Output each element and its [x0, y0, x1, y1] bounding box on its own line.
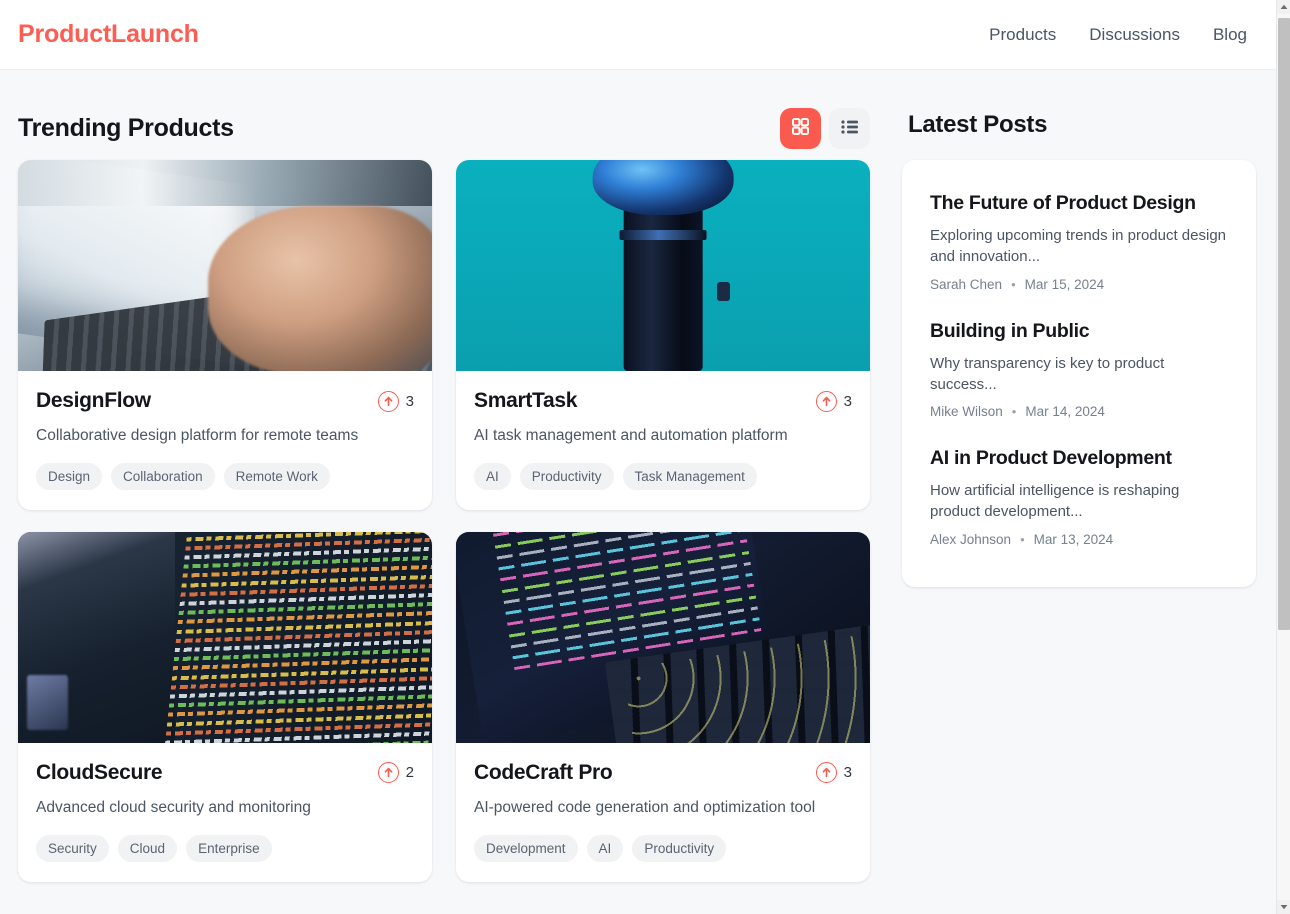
page-title: Trending Products [18, 113, 234, 142]
post-meta: Mike Wilson • Mar 14, 2024 [930, 404, 1228, 419]
upvote-icon[interactable] [815, 762, 837, 784]
post-list-item[interactable]: Building in Public Why transparency is k… [930, 306, 1228, 434]
product-name: SmartTask [474, 389, 578, 412]
post-author: Sarah Chen [930, 276, 1003, 292]
upvote-control[interactable]: 3 [377, 390, 414, 412]
nav-item-discussions[interactable]: Discussions [1089, 25, 1180, 45]
list-icon [840, 119, 859, 138]
upvote-control[interactable]: 2 [377, 762, 414, 784]
upvote-count: 3 [405, 392, 414, 410]
product-tag[interactable]: Security [36, 834, 109, 862]
vertical-scrollbar[interactable] [1276, 0, 1290, 914]
nav-item-products[interactable]: Products [989, 25, 1056, 45]
post-date: Mar 14, 2024 [1025, 404, 1105, 420]
product-image-cloudsecure [18, 531, 432, 743]
upvote-count: 3 [843, 392, 852, 410]
product-card-body: CodeCraft Pro 3 AI-powered code generati… [456, 743, 870, 882]
product-tag[interactable]: Remote Work [223, 462, 330, 490]
grid-view-button[interactable] [780, 107, 821, 149]
product-tag[interactable]: Enterprise [186, 834, 272, 862]
product-image-codecraftpro [456, 531, 870, 743]
page-content: ProductLaunch Products Discussions Blog … [0, 0, 1276, 914]
product-card-body: SmartTask 3 AI task management and autom… [456, 371, 870, 510]
browser-viewport: ProductLaunch Products Discussions Blog … [0, 0, 1290, 914]
product-tags: Security Cloud Enterprise [36, 834, 414, 862]
site-logo[interactable]: ProductLaunch [18, 20, 199, 49]
product-tags: Development AI Productivity [474, 834, 852, 862]
product-card-header: SmartTask 3 [474, 389, 852, 413]
post-author: Alex Johnson [930, 531, 1012, 547]
product-grid: DesignFlow 3 Collaborative design platfo… [18, 160, 870, 882]
product-card-header: DesignFlow 3 [36, 389, 414, 413]
product-name: CloudSecure [36, 760, 163, 784]
product-card-header: CodeCraft Pro 3 [474, 761, 852, 785]
meta-separator: • [1011, 276, 1016, 292]
product-tags: Design Collaboration Remote Work [36, 462, 414, 490]
scroll-down-arrow-icon[interactable] [1277, 900, 1290, 914]
product-tag[interactable]: Productivity [519, 462, 614, 490]
latest-posts-card: The Future of Product Design Exploring u… [902, 160, 1256, 587]
post-title: Building in Public [930, 319, 1090, 342]
upvote-control[interactable]: 3 [815, 762, 852, 784]
scroll-up-arrow-icon[interactable] [1277, 0, 1290, 14]
product-description: Advanced cloud security and monitoring [36, 798, 311, 816]
product-card-body: CloudSecure 2 Advanced cloud security an… [18, 743, 432, 882]
products-column: Trending Products DesignFlow 3 Collabora… [18, 70, 870, 882]
post-list-item[interactable]: The Future of Product Design Exploring u… [930, 182, 1228, 306]
post-meta: Alex Johnson • Mar 13, 2024 [930, 532, 1228, 547]
sidebar-title: Latest Posts [908, 111, 1048, 138]
post-meta: Sarah Chen • Mar 15, 2024 [930, 277, 1228, 292]
product-tag[interactable]: AI [586, 834, 624, 862]
product-card[interactable]: SmartTask 3 AI task management and autom… [456, 160, 870, 510]
upvote-control[interactable]: 3 [815, 390, 852, 412]
product-tag[interactable]: Productivity [632, 834, 727, 862]
upvote-icon[interactable] [377, 390, 399, 412]
scrollbar-thumb[interactable] [1278, 18, 1290, 630]
latest-posts-column: Latest Posts The Future of Product Desig… [902, 70, 1256, 882]
product-tags: AI Productivity Task Management [474, 462, 852, 490]
main-navigation: Products Discussions Blog [989, 25, 1247, 45]
view-mode-toggle [780, 107, 870, 149]
upvote-count: 3 [843, 764, 852, 782]
product-card-header: CloudSecure 2 [36, 761, 414, 785]
nav-item-blog[interactable]: Blog [1213, 25, 1247, 45]
product-tag[interactable]: AI [474, 462, 511, 490]
product-tag[interactable]: Development [474, 834, 578, 862]
section-header: Trending Products [18, 96, 870, 160]
product-card[interactable]: CodeCraft Pro 3 AI-powered code generati… [456, 531, 870, 882]
product-tag[interactable]: Cloud [117, 834, 178, 862]
post-excerpt: Why transparency is key to product succe… [930, 354, 1165, 393]
upvote-count: 2 [405, 764, 414, 782]
grid-icon [792, 118, 810, 138]
product-name: DesignFlow [36, 389, 151, 412]
post-excerpt: Exploring upcoming trends in product des… [930, 227, 1227, 266]
product-description: AI-powered code generation and optimizat… [474, 798, 816, 816]
post-title: AI in Product Development [930, 447, 1172, 470]
product-tag[interactable]: Task Management [622, 462, 757, 490]
upvote-icon[interactable] [377, 762, 399, 784]
product-image-designflow [18, 160, 432, 371]
product-description: Collaborative design platform for remote… [36, 427, 359, 444]
product-name: CodeCraft Pro [474, 760, 613, 784]
list-view-button[interactable] [829, 107, 870, 149]
upvote-icon[interactable] [815, 390, 837, 412]
product-description: AI task management and automation platfo… [474, 427, 788, 444]
post-excerpt: How artificial intelligence is reshaping… [930, 482, 1180, 521]
product-tag[interactable]: Collaboration [111, 462, 215, 490]
post-author: Mike Wilson [930, 404, 1003, 420]
meta-separator: • [1020, 531, 1025, 547]
product-card[interactable]: DesignFlow 3 Collaborative design platfo… [18, 160, 432, 510]
post-list-item[interactable]: AI in Product Development How artificial… [930, 433, 1228, 561]
content-area: Trending Products DesignFlow 3 Collabora… [0, 70, 1276, 882]
product-card-body: DesignFlow 3 Collaborative design platfo… [18, 371, 432, 510]
site-header: ProductLaunch Products Discussions Blog [0, 0, 1276, 70]
meta-separator: • [1011, 404, 1017, 420]
post-date: Mar 13, 2024 [1033, 531, 1114, 547]
post-date: Mar 15, 2024 [1024, 276, 1105, 292]
post-title: The Future of Product Design [930, 192, 1196, 214]
product-card[interactable]: CloudSecure 2 Advanced cloud security an… [18, 531, 432, 882]
product-tag[interactable]: Design [36, 462, 103, 490]
product-image-smarttask [456, 160, 870, 371]
